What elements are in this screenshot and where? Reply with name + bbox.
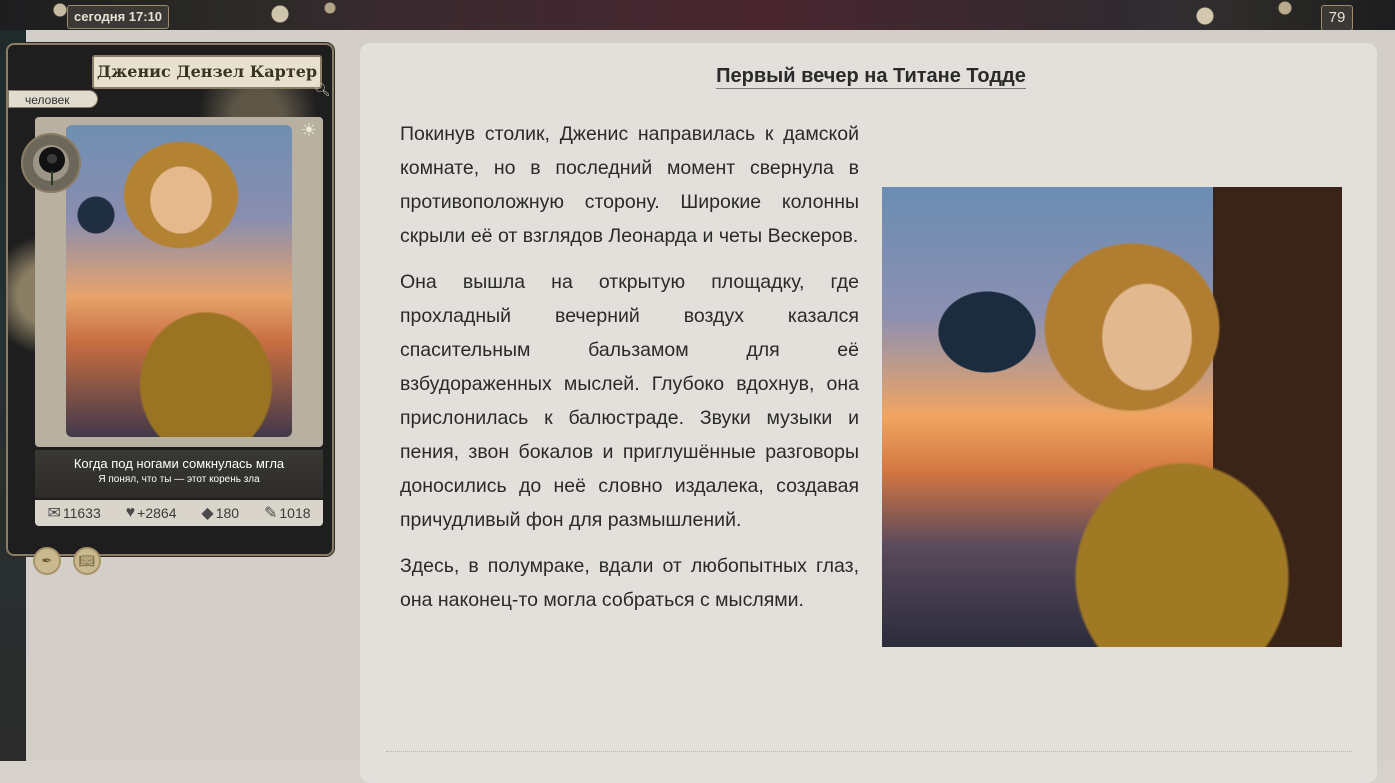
post-title-text: Первый вечер на Титане Тодде [716, 65, 1026, 89]
diamond-icon: ◆ [201, 505, 214, 522]
sun-icon[interactable]: ☀ [299, 120, 319, 140]
pen-icon: ✎ [263, 505, 278, 522]
rose-icon [21, 133, 81, 193]
post-body: Первый вечер на Титане Тодде Покинув сто… [360, 43, 1377, 783]
post-title: Первый вечер на Титане Тодде [360, 65, 1382, 89]
messages-count: 11633 [62, 505, 101, 521]
post-number[interactable]: 79 [1321, 5, 1353, 31]
post-separator [386, 751, 1352, 752]
rose-stem [51, 171, 53, 185]
messages-stat: ✉ 11633 [47, 503, 100, 523]
profile-card: Дженис Дензел Картер человек 🔍︎ ☀ Когда … [6, 43, 334, 556]
profile-caption: Когда под ногами сомкнулась мгла Я понял… [35, 450, 323, 498]
heart-icon: ♥ [125, 504, 136, 521]
gems-count: 180 [215, 505, 240, 521]
profile-name[interactable]: Дженис Дензел Картер [92, 55, 322, 89]
envelope-icon: ✉ [47, 505, 61, 522]
profile-race: человек [8, 90, 98, 108]
reputation-count: +2864 [137, 505, 177, 521]
caption-title: Когда под ногами сомкнулась мгла [73, 456, 285, 471]
posts-stat: ✎ 1018 [264, 503, 311, 523]
profile-actions: ✒ 📖︎ [33, 547, 113, 575]
search-icon[interactable]: 🔍︎ [314, 82, 331, 98]
reputation-stat: ♥ +2864 [126, 504, 177, 522]
profile-stats: ✉ 11633 ♥ +2864 ◆ 180 ✎ 1018 [35, 500, 323, 526]
post-text: Покинув столик, Дженис направилась к дам… [400, 117, 859, 629]
post-paragraph: Здесь, в полумраке, вдали от любопытных … [400, 555, 859, 611]
ornament-right [1165, 0, 1395, 32]
caption-subtitle: Я понял, что ты — этот корень зла [98, 474, 260, 485]
book-icon[interactable]: 📖︎ [73, 547, 101, 575]
rose-flower [39, 147, 65, 173]
gems-stat: ◆ 180 [201, 503, 239, 523]
quill-icon[interactable]: ✒ [33, 547, 61, 575]
post-illustration [882, 187, 1342, 647]
post-timestamp[interactable]: сегодня 17:10 [67, 5, 170, 29]
post-paragraph: Она вышла на открытую площадку, где прох… [400, 271, 859, 531]
avatar [66, 125, 292, 437]
post-paragraph: Покинув столик, Дженис направилась к дам… [400, 123, 859, 247]
posts-count: 1018 [279, 505, 311, 521]
